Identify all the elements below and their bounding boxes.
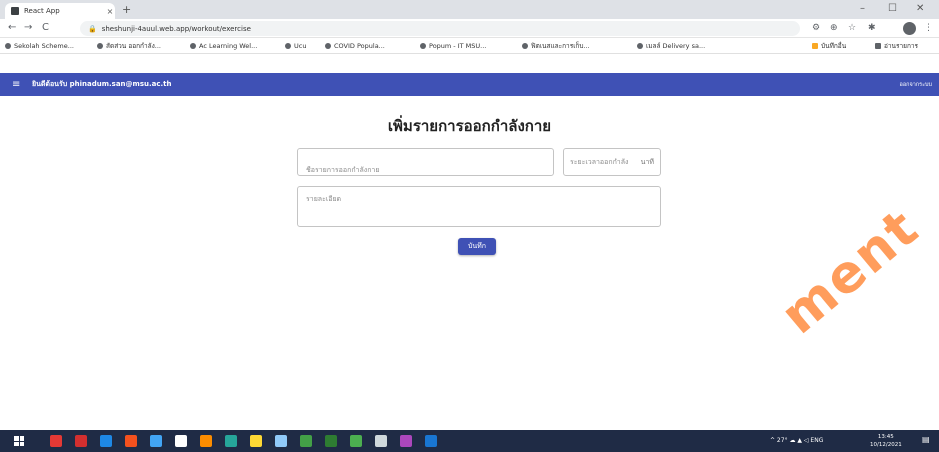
react-favicon-icon: [11, 7, 19, 15]
clock-date: 10/12/2021: [870, 442, 902, 448]
bookmark-icon: [285, 43, 291, 49]
translate-icon[interactable]: ⚙: [812, 22, 820, 35]
back-button[interactable]: ←: [8, 21, 16, 35]
bookmark-star-icon[interactable]: ☆: [848, 22, 856, 35]
exercise-name-input[interactable]: [306, 166, 545, 174]
bookmark-item[interactable]: ฟิตเนสและการเก็บ...: [522, 40, 590, 52]
taskbar-app-icon[interactable]: [150, 435, 162, 447]
tab-close-icon[interactable]: ×: [105, 7, 115, 16]
duration-field[interactable]: นาที: [563, 148, 661, 176]
taskbar-app-icon[interactable]: [100, 435, 112, 447]
signout-button[interactable]: ออกจากระบบ: [900, 80, 932, 90]
taskbar-app-icon[interactable]: [50, 435, 62, 447]
taskbar-app-icon[interactable]: [375, 435, 387, 447]
more-menu-icon[interactable]: ⋮: [924, 22, 933, 35]
taskbar-app-icon[interactable]: [425, 435, 437, 447]
bookmark-icon: [325, 43, 331, 49]
bookmark-item[interactable]: สัดส่วน ออกกำลัง...: [97, 40, 161, 52]
duration-input[interactable]: [570, 158, 638, 166]
tab-title: React App: [24, 7, 60, 15]
bookmark-item[interactable]: COVID Popula...: [325, 40, 385, 52]
bookmark-item[interactable]: Sekolah Scheme...: [5, 40, 74, 52]
clock-time: 13:45: [877, 434, 894, 440]
url-text: sheshunji-4auul.web.app/workout/exercise: [101, 24, 251, 33]
lock-icon: 🔒: [88, 24, 97, 33]
browser-tab-strip: React App × + – ☐ ✕: [0, 0, 939, 19]
taskbar-app-icon[interactable]: [300, 435, 312, 447]
page-title: เพิ่มรายการออกกำลังกาย: [387, 117, 552, 135]
windows-start-icon[interactable]: [14, 436, 24, 446]
app-bar: ≡ ยินดีต้อนรับ phinadum.san@msu.ac.th ออ…: [0, 73, 939, 96]
profile-avatar[interactable]: [903, 22, 916, 35]
duration-unit: นาที: [640, 157, 654, 166]
menu-icon[interactable]: ≡: [12, 78, 20, 91]
reading-list-icon: [875, 43, 881, 49]
taskbar-app-icon[interactable]: [325, 435, 337, 447]
maximize-button[interactable]: ☐: [888, 2, 897, 16]
reading-list[interactable]: อ่านรายการ: [875, 40, 918, 52]
reload-button[interactable]: C: [42, 21, 49, 35]
exercise-name-field[interactable]: [297, 148, 554, 176]
bookmark-icon: [190, 43, 196, 49]
taskbar-app-icon[interactable]: [225, 435, 237, 447]
zoom-icon[interactable]: ⊕: [830, 22, 838, 35]
notification-icon[interactable]: ▤: [922, 435, 930, 445]
system-tray[interactable]: ^ 27° ☁ ▲ ◁ ENG: [770, 436, 823, 446]
bookmark-item[interactable]: Popum - IT MSU...: [420, 40, 486, 52]
bookmark-icon: [97, 43, 103, 49]
extensions-icon[interactable]: ✱: [868, 22, 876, 35]
bookmark-icon: [637, 43, 643, 49]
taskbar-app-icon[interactable]: [400, 435, 412, 447]
save-button[interactable]: บันทึก: [458, 238, 496, 255]
minimize-button[interactable]: –: [860, 2, 865, 16]
taskbar-app-icon[interactable]: [275, 435, 287, 447]
windows-taskbar: ^ 27° ☁ ▲ ◁ ENG 13:45 10/12/2021 ▤: [0, 430, 939, 452]
taskbar-app-icon[interactable]: [75, 435, 87, 447]
taskbar-clock[interactable]: 13:45 10/12/2021: [870, 433, 902, 449]
welcome-text: ยินดีต้อนรับ phinadum.san@msu.ac.th: [32, 80, 172, 88]
detail-textarea[interactable]: [306, 194, 652, 220]
taskbar-app-icon[interactable]: [200, 435, 212, 447]
taskbar-app-icon[interactable]: [175, 435, 187, 447]
bookmark-icon: [420, 43, 426, 49]
bookmark-item[interactable]: Ucu: [285, 40, 306, 52]
address-bar[interactable]: 🔒 sheshunji-4auul.web.app/workout/exerci…: [80, 21, 800, 36]
close-window-button[interactable]: ✕: [916, 2, 924, 16]
bookmark-item[interactable]: Ac Learning Wel...: [190, 40, 257, 52]
folder-icon: [812, 43, 818, 49]
browser-tab[interactable]: React App ×: [5, 3, 115, 19]
browser-toolbar: ← → C 🔒 sheshunji-4auul.web.app/workout/…: [0, 19, 939, 38]
bookmark-item[interactable]: เมลล์ Delivery sa...: [637, 40, 705, 52]
taskbar-app-icon[interactable]: [125, 435, 137, 447]
watermark: ment: [770, 197, 931, 346]
bookmark-folder[interactable]: บันทึกอื่น: [812, 40, 846, 52]
bookmarks-bar: Sekolah Scheme... สัดส่วน ออกกำลัง... Ac…: [0, 38, 939, 54]
bookmark-icon: [522, 43, 528, 49]
forward-button[interactable]: →: [24, 21, 32, 35]
bookmark-icon: [5, 43, 11, 49]
new-tab-button[interactable]: +: [122, 3, 131, 17]
detail-field[interactable]: [297, 186, 661, 227]
taskbar-app-icon[interactable]: [250, 435, 262, 447]
taskbar-app-icon[interactable]: [350, 435, 362, 447]
